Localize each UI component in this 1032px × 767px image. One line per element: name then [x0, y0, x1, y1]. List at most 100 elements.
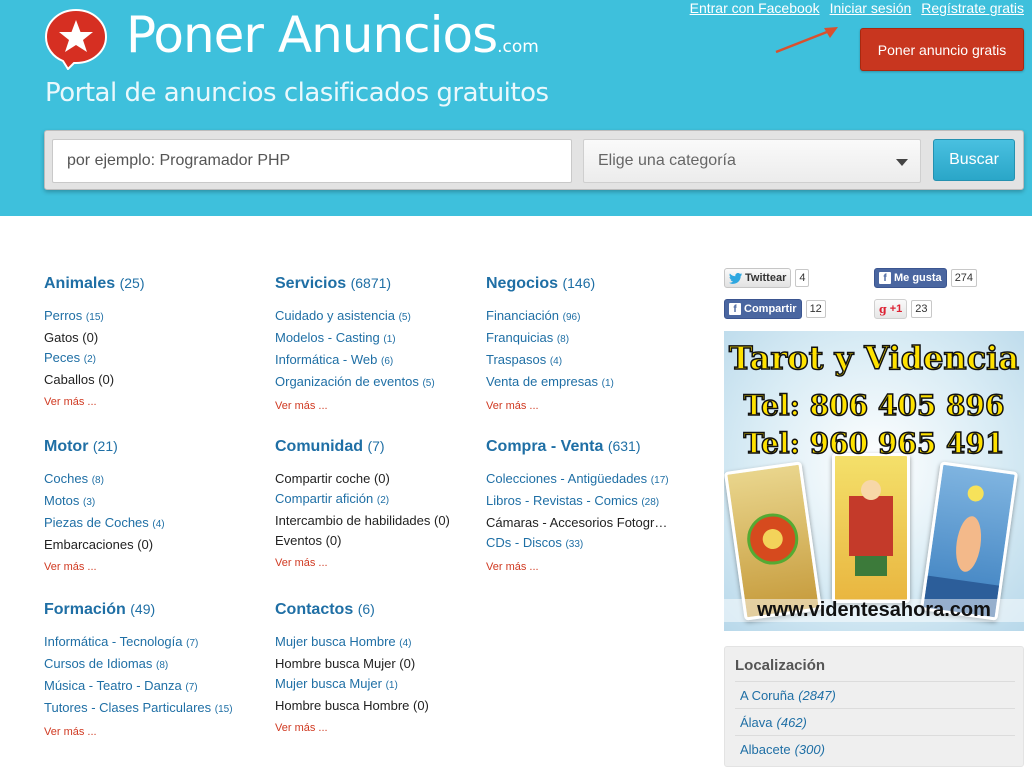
subcategory-link[interactable]: Perros [44, 308, 82, 323]
google-plus-icon: g [879, 302, 887, 316]
subcategory-link[interactable]: Informática - Web [275, 352, 377, 367]
subcategory-link[interactable]: Compartir afición [275, 491, 373, 506]
facebook-like-button[interactable]: f Me gusta [874, 268, 947, 288]
search-button[interactable]: Buscar [933, 139, 1015, 181]
see-more-link[interactable]: Ver más ... [44, 561, 264, 573]
see-more-link[interactable]: Ver más ... [275, 722, 495, 734]
subcategory-item[interactable]: Informática - Tecnología (7) [44, 632, 264, 654]
subcategory-link[interactable]: Venta de empresas [486, 374, 598, 389]
tarot-card-image [919, 461, 1019, 621]
facebook-login-link[interactable]: Entrar con Facebook [690, 0, 820, 16]
subcategory-count: (7) [185, 682, 198, 693]
subcategory-link[interactable]: Cuidado y asistencia [275, 308, 395, 323]
subcategory-link[interactable]: Tutores - Clases Particulares [44, 700, 211, 715]
subcategory-item[interactable]: Perros (15) [44, 306, 264, 328]
see-more-link[interactable]: Ver más ... [44, 396, 264, 408]
subcategory-item[interactable]: Compartir afición (2) [275, 489, 495, 511]
category-title[interactable]: Negocios (146) [486, 275, 706, 293]
subcategory-link[interactable]: Colecciones - Antigüedades [486, 471, 647, 486]
subcategory-link[interactable]: CDs - Discos [486, 535, 562, 550]
subcategory-link[interactable]: Franquicias [486, 330, 553, 345]
subcategory-item[interactable]: Colecciones - Antigüedades (17) [486, 469, 706, 491]
subcategory-link[interactable]: Traspasos [486, 352, 546, 367]
location-item[interactable]: Albacete (300) [735, 735, 1015, 762]
subcategory-item[interactable]: Mujer busca Hombre (4) [275, 632, 495, 654]
see-more-link[interactable]: Ver más ... [44, 726, 264, 738]
google-plus-button[interactable]: g +1 [874, 299, 908, 319]
subcategory-link[interactable]: Modelos - Casting [275, 330, 380, 345]
tarot-ad-banner[interactable]: Tarot y Videncia Tel: 806 405 896 Tel: 9… [724, 331, 1024, 631]
category-title[interactable]: Contactos (6) [275, 601, 495, 619]
subcategory-item-empty: Caballos (0) [44, 372, 115, 387]
see-more-link[interactable]: Ver más ... [486, 561, 706, 573]
location-link[interactable]: Álava [740, 715, 773, 730]
subcategory-link[interactable]: Mujer busca Hombre [275, 634, 396, 649]
subcategory-link[interactable]: Cursos de Idiomas [44, 656, 152, 671]
category-title[interactable]: Comunidad (7) [275, 438, 495, 456]
subcategory-item[interactable]: CDs - Discos (33) [486, 533, 706, 555]
subcategory-list: Compartir coche (0) Compartir afición (2)… [275, 469, 495, 551]
subcategory-item[interactable]: Peces (2) [44, 348, 264, 370]
register-link[interactable]: Regístrate gratis [921, 0, 1024, 16]
subcategory-item[interactable]: Traspasos (4) [486, 350, 706, 372]
location-count: (2847) [798, 687, 836, 703]
subcategory-link[interactable]: Música - Teatro - Danza [44, 678, 182, 693]
subcategory-link[interactable]: Peces [44, 350, 80, 365]
subcategory-link[interactable]: Piezas de Coches [44, 515, 149, 530]
facebook-share[interactable]: f Compartir 12 [724, 299, 826, 319]
subcategory-item[interactable]: Financiación (96) [486, 306, 706, 328]
subcategory-item[interactable]: Piezas de Coches (4) [44, 513, 264, 535]
category-count: (7) [367, 438, 385, 454]
category-select[interactable]: Elige una categoría [583, 139, 921, 183]
subcategory-list: Cuidado y asistencia (5) Modelos - Castin… [275, 306, 495, 394]
twitter-share[interactable]: Twittear 4 [724, 268, 810, 288]
subcategory-item[interactable]: Tutores - Clases Particulares (15) [44, 698, 264, 720]
subcategory-item[interactable]: Informática - Web (6) [275, 350, 495, 372]
subcategory-link[interactable]: Libros - Revistas - Comics [486, 493, 638, 508]
google-plus[interactable]: g +1 23 [874, 299, 932, 319]
see-more-link[interactable]: Ver más ... [275, 400, 495, 412]
subcategory-item[interactable]: Cuidado y asistencia (5) [275, 306, 495, 328]
facebook-share-button[interactable]: f Compartir [724, 299, 802, 319]
category-title[interactable]: Formación (49) [44, 601, 264, 619]
subcategory-link[interactable]: Informática - Tecnología [44, 634, 183, 649]
location-count: (462) [776, 714, 807, 730]
twitter-button[interactable]: Twittear [724, 268, 792, 288]
subcategory-item[interactable]: Libros - Revistas - Comics (28) [486, 491, 706, 513]
subcategory-link[interactable]: Coches [44, 471, 88, 486]
see-more-link[interactable]: Ver más ... [275, 557, 495, 569]
subcategory-link[interactable]: Motos [44, 493, 79, 508]
category-title[interactable]: Compra - Venta (631) [486, 438, 706, 456]
category-title[interactable]: Motor (21) [44, 438, 264, 456]
subcategory-item[interactable]: Música - Teatro - Danza (7) [44, 676, 264, 698]
login-link[interactable]: Iniciar sesión [830, 0, 912, 16]
search-input[interactable] [52, 139, 572, 183]
subcategory-link[interactable]: Mujer busca Mujer [275, 676, 382, 691]
subcategory-item[interactable]: Motos (3) [44, 491, 264, 513]
subcategory-list: Perros (15) Gatos (0) Peces (2) Caballos (0… [44, 306, 264, 390]
location-link[interactable]: Albacete [740, 742, 791, 757]
twitter-count: 4 [795, 269, 810, 287]
subcategory-item[interactable]: Cursos de Idiomas (8) [44, 654, 264, 676]
location-item[interactable]: Álava (462) [735, 708, 1015, 735]
subcategory-item[interactable]: Franquicias (8) [486, 328, 706, 350]
subcategory-link[interactable]: Organización de eventos [275, 374, 419, 389]
location-link[interactable]: A Coruña [740, 688, 794, 703]
subcategory-item[interactable]: Modelos - Casting (1) [275, 328, 495, 350]
subcategory-link[interactable]: Financiación [486, 308, 559, 323]
logo-star-icon[interactable] [44, 8, 108, 70]
subcategory-item[interactable]: Coches (8) [44, 469, 264, 491]
subcategory-item[interactable]: Mujer busca Mujer (1) [275, 674, 495, 696]
subcategory-item[interactable]: Organización de eventos (5) [275, 372, 495, 394]
facebook-like[interactable]: f Me gusta 274 [874, 268, 978, 288]
category-title[interactable]: Servicios (6871) [275, 275, 495, 293]
see-more-link[interactable]: Ver más ... [486, 400, 706, 412]
post-ad-button[interactable]: Poner anuncio gratis [860, 28, 1024, 71]
subcategory-item[interactable]: Venta de empresas (1) [486, 372, 706, 394]
brand-name[interactable]: Poner Anuncios.com [126, 6, 539, 64]
category-count: (21) [92, 438, 118, 454]
subcategory-count: (96) [562, 312, 581, 323]
category-block: Comunidad (7) Compartir coche (0) Comparti… [275, 438, 495, 569]
category-title[interactable]: Animales (25) [44, 275, 264, 293]
location-item[interactable]: A Coruña (2847) [735, 681, 1015, 708]
